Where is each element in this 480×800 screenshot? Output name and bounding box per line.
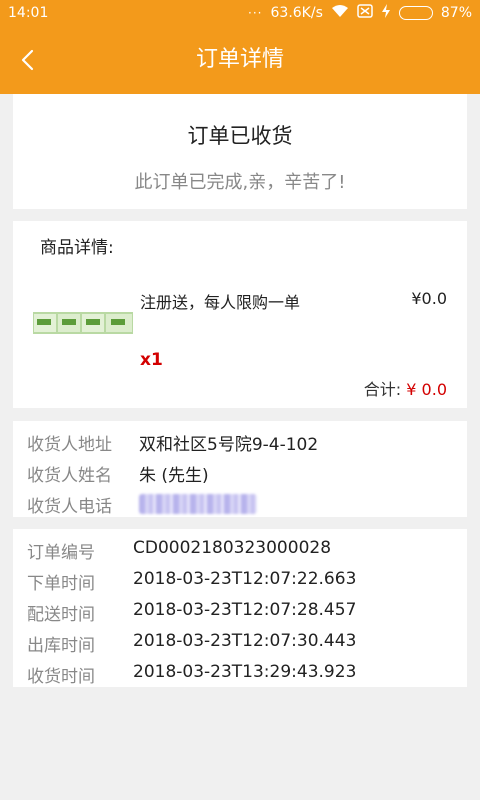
order-info-label: 收货时间 xyxy=(27,667,95,687)
receiver-address-row: 收货人地址 双和社区5号院9-4-102 xyxy=(27,430,318,455)
receiver-name-label: 收货人姓名 xyxy=(27,466,112,486)
order-info-row: 出库时间 2018-03-23T12:07:30.443 xyxy=(27,631,356,656)
order-info-row: 配送时间 2018-03-23T12:07:28.457 xyxy=(27,600,356,625)
wifi-icon xyxy=(331,4,349,22)
order-status-title: 订单已收货 xyxy=(187,124,293,148)
order-info-value: 2018-03-23T12:07:28.457 xyxy=(133,600,357,620)
order-info-label: 订单编号 xyxy=(27,543,95,563)
order-info-value: 2018-03-23T12:07:30.443 xyxy=(133,631,357,651)
receiver-name-row: 收货人姓名 朱 (先生) xyxy=(27,461,209,486)
receiver-phone-row: 收货人电话 xyxy=(27,492,257,519)
status-indicators: ··· 63.6K/s 87% xyxy=(248,4,472,22)
charging-icon xyxy=(381,4,391,22)
total-label: 合计: xyxy=(363,380,402,399)
product-price: ¥0.0 xyxy=(411,289,447,308)
order-info-label: 下单时间 xyxy=(27,574,95,594)
network-speed: 63.6K/s xyxy=(270,5,323,21)
order-total: 合计: ¥ 0.0 xyxy=(364,376,447,400)
app-header: 订单详情 xyxy=(0,26,480,94)
status-bar: 14:01 ··· 63.6K/s 87% xyxy=(0,0,480,26)
order-info-row: 订单编号 CD0002180323000028 xyxy=(27,538,331,563)
order-info-value: CD0002180323000028 xyxy=(133,538,332,558)
sim-off-icon xyxy=(357,4,373,22)
product-name[interactable]: 注册送，每人限购一单 xyxy=(140,289,300,313)
order-info-value: 2018-03-23T12:07:22.663 xyxy=(133,569,357,589)
order-info-card: 订单编号 CD0002180323000028 下单时间 2018-03-23T… xyxy=(13,529,467,687)
status-time: 14:01 xyxy=(8,5,49,21)
order-status-message: 此订单已完成,亲，辛苦了! xyxy=(134,172,346,193)
receiver-phone-redacted xyxy=(139,492,257,519)
order-status-card: 订单已收货 此订单已完成,亲，辛苦了! xyxy=(13,94,467,209)
receiver-card: 收货人地址 双和社区5号院9-4-102 收货人姓名 朱 (先生) 收货人电话 xyxy=(13,421,467,517)
battery-icon xyxy=(398,6,433,20)
product-image[interactable] xyxy=(33,310,133,336)
receiver-address: 双和社区5号院9-4-102 xyxy=(139,435,319,455)
receiver-name: 朱 (先生) xyxy=(139,466,209,486)
order-info-row: 下单时间 2018-03-23T12:07:22.663 xyxy=(27,569,356,594)
status-dots: ··· xyxy=(248,6,263,20)
total-amount: ¥ 0.0 xyxy=(406,380,447,399)
page-title: 订单详情 xyxy=(195,47,284,72)
receiver-phone-label: 收货人电话 xyxy=(27,497,112,517)
order-info-row: 收货时间 2018-03-23T13:29:43.923 xyxy=(27,662,356,687)
order-info-label: 配送时间 xyxy=(27,605,95,625)
goods-card: 商品详情: 注册送，每人限购一单 ¥0.0 x1 合计: ¥ 0.0 xyxy=(13,221,467,408)
order-info-label: 出库时间 xyxy=(27,636,95,656)
battery-percent: 87% xyxy=(440,5,472,21)
goods-section-title: 商品详情: xyxy=(40,238,114,258)
order-info-value: 2018-03-23T13:29:43.923 xyxy=(133,662,357,682)
receiver-address-label: 收货人地址 xyxy=(27,435,112,455)
product-quantity: x1 xyxy=(140,350,163,370)
